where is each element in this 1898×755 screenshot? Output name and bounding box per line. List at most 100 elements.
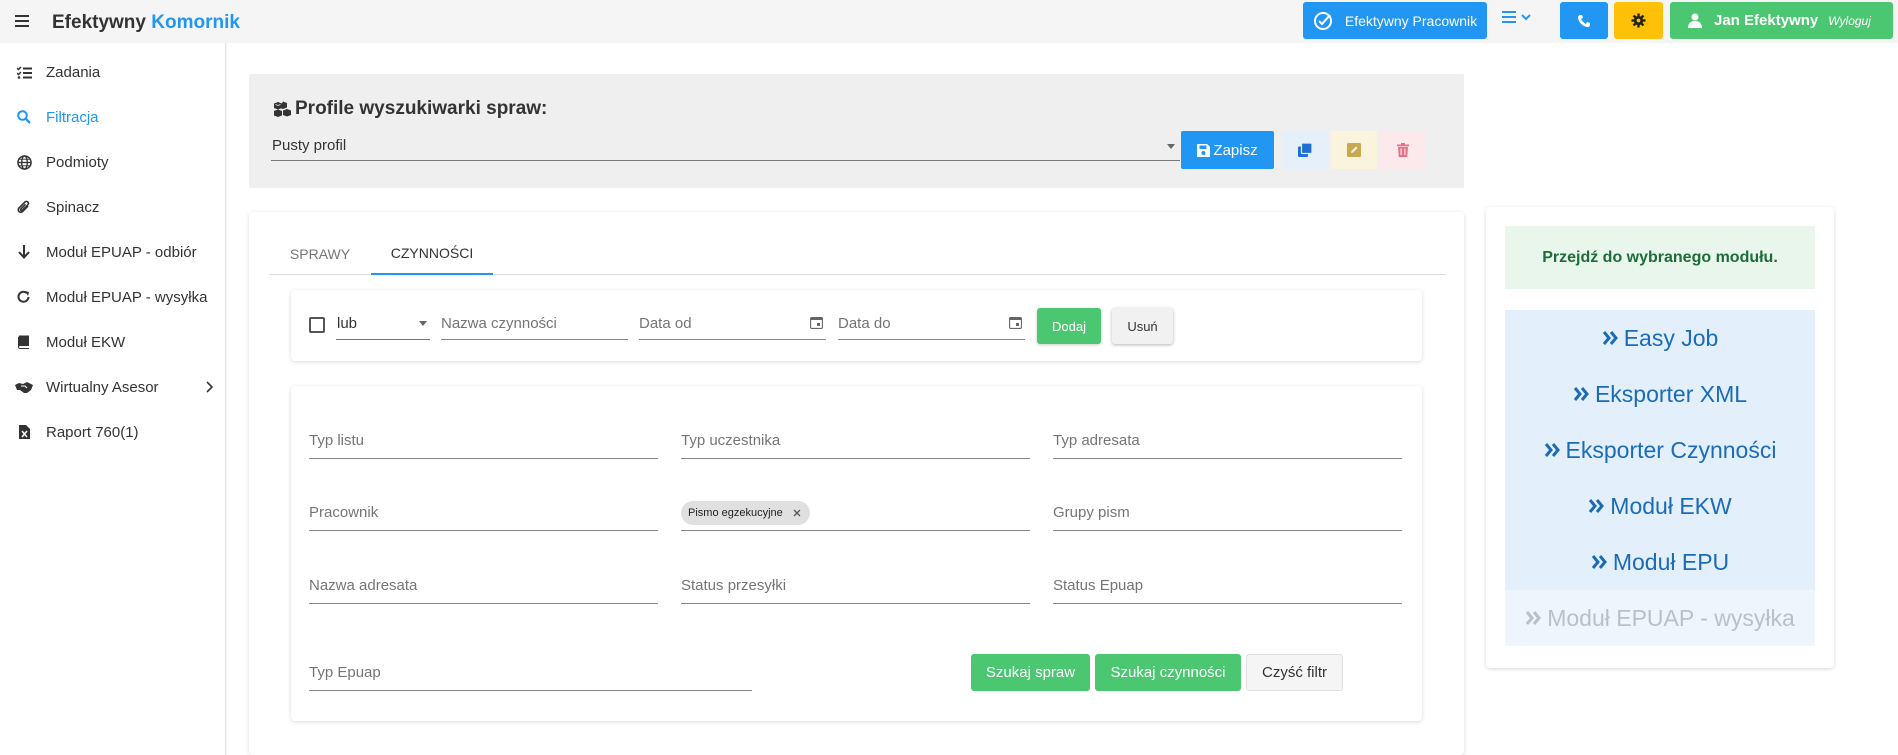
chevron-down-icon xyxy=(1521,13,1531,21)
status-epuap-field[interactable]: Status Epuap xyxy=(1053,568,1402,604)
search-cases-button[interactable]: Szukaj spraw xyxy=(971,654,1090,691)
logic-select-value: lub xyxy=(337,315,358,332)
module-link-epu[interactable]: Moduł EPU xyxy=(1505,534,1815,590)
sidebar-item-label: Filtracja xyxy=(46,108,99,126)
list-menu-dropdown[interactable] xyxy=(1502,11,1531,23)
close-icon[interactable] xyxy=(793,509,801,517)
search-icon xyxy=(15,108,33,126)
module-link-easy-job[interactable]: Easy Job xyxy=(1505,310,1815,366)
module-link-epuap-wysylka: Moduł EPUAP - wysyłka xyxy=(1505,590,1815,646)
module-label: Moduł EPUAP - wysyłka xyxy=(1547,604,1795,631)
tab-sprawy[interactable]: SPRAWY xyxy=(269,233,371,275)
field-placeholder: Pracownik xyxy=(309,504,379,521)
sidebar-item-filtracja[interactable]: Filtracja xyxy=(0,102,225,132)
logout-link[interactable]: Wyloguj xyxy=(1828,14,1871,28)
module-label: Easy Job xyxy=(1623,324,1719,351)
date-from-input[interactable]: Data od xyxy=(639,308,826,340)
module-label: Eksporter Czynności xyxy=(1565,436,1777,463)
profile-select[interactable]: Pusty profil xyxy=(271,130,1180,161)
user-name: Jan Efektywny xyxy=(1714,12,1819,29)
profile-title: Profile wyszukiwarki spraw: xyxy=(295,98,548,119)
sidebar-item-label: Raport 760(1) xyxy=(46,423,139,441)
sidebar-item-label: Moduł EPUAP - odbiór xyxy=(46,243,197,261)
sidebar-item-raport[interactable]: Raport 760(1) xyxy=(0,417,225,447)
remove-button[interactable]: Usuń xyxy=(1112,308,1173,344)
clear-filter-button[interactable]: Czyść filtr xyxy=(1246,654,1343,691)
sidebar-item-label: Spinacz xyxy=(46,198,100,216)
remove-label: Usuń xyxy=(1127,318,1158,334)
typ-listu-field[interactable]: Typ listu xyxy=(309,423,658,459)
action-filter-row: lub Nazwa czynności Data od Data do Doda… xyxy=(291,290,1422,361)
save-icon xyxy=(1197,143,1211,157)
add-button[interactable]: Dodaj xyxy=(1037,308,1101,344)
settings-button[interactable] xyxy=(1614,2,1663,39)
field-placeholder: Typ adresata xyxy=(1053,432,1140,449)
sidebar-item-epuap-odbior[interactable]: Moduł EPUAP - odbiór xyxy=(0,237,225,267)
paperclip-icon xyxy=(15,198,33,216)
excel-file-icon xyxy=(15,423,33,441)
module-label: Moduł EKW xyxy=(1610,492,1732,519)
details-filter-card: Typ listu Typ uczestnika Typ adresata Pr… xyxy=(291,386,1422,721)
sidebar-item-epuap-wysylka[interactable]: Moduł EPUAP - wysyłka xyxy=(0,282,225,312)
search-actions-button[interactable]: Szukaj czynności xyxy=(1095,654,1241,691)
hamburger-menu-icon[interactable] xyxy=(15,15,29,27)
sidebar-item-label: Wirtualny Asesor xyxy=(46,378,159,396)
tabs-bar: SPRAWY CZYNNOŚCI xyxy=(269,233,1446,275)
calendar-icon[interactable] xyxy=(1009,316,1022,329)
chip-label: Pismo egzekucyjne xyxy=(688,506,783,519)
sidebar-item-wirtualny-asesor[interactable]: Wirtualny Asesor xyxy=(0,372,225,402)
copy-profile-button[interactable] xyxy=(1282,131,1328,169)
module-link-eksporter-xml[interactable]: Eksporter XML xyxy=(1505,366,1815,422)
worker-button-label: Efektywny Pracownik xyxy=(1344,12,1478,29)
handshake-icon xyxy=(15,378,33,396)
sidebar-item-label: Moduł EPUAP - wysyłka xyxy=(46,288,208,306)
user-menu-button[interactable]: Jan Efektywny Wyloguj xyxy=(1670,2,1893,39)
sidebar-item-spinacz[interactable]: Spinacz xyxy=(0,192,225,222)
grupy-pism-field[interactable]: Grupy pism xyxy=(1053,495,1402,531)
pracownik-field[interactable]: Pracownik xyxy=(309,495,658,531)
status-przesylki-field[interactable]: Status przesyłki xyxy=(681,568,1030,604)
efektywny-pracownik-button[interactable]: Efektywny Pracownik xyxy=(1303,2,1487,39)
typ-adresata-field[interactable]: Typ adresata xyxy=(1053,423,1402,459)
nazwa-adresata-field[interactable]: Nazwa adresata xyxy=(309,568,658,604)
module-link-ekw[interactable]: Moduł EKW xyxy=(1505,478,1815,534)
double-chevron-right-icon xyxy=(1588,498,1606,514)
calendar-icon[interactable] xyxy=(810,316,823,329)
module-label: Moduł EPU xyxy=(1612,548,1730,575)
module-link-eksporter-czynnosci[interactable]: Eksporter Czynności xyxy=(1505,422,1815,478)
save-label: Zapisz xyxy=(1213,141,1258,159)
document-type-field[interactable]: Pismo egzekucyjne xyxy=(681,495,1030,531)
tab-czynnosci[interactable]: CZYNNOŚCI xyxy=(371,233,493,275)
edit-profile-button[interactable] xyxy=(1331,131,1377,169)
action-name-input[interactable]: Nazwa czynności xyxy=(441,308,628,340)
search-cases-label: Szukaj spraw xyxy=(985,664,1076,681)
date-from-placeholder: Data od xyxy=(639,315,692,332)
top-bar: Efektywny Komornik Efektywny Pracownik J… xyxy=(0,0,1898,43)
profile-panel: Profile wyszukiwarki spraw: Pusty profil… xyxy=(249,74,1464,188)
edit-icon xyxy=(1347,143,1361,157)
module-label: Eksporter XML xyxy=(1594,380,1748,407)
tasks-list-icon xyxy=(15,63,33,81)
book-icon xyxy=(15,333,33,351)
filter-checkbox[interactable] xyxy=(309,317,325,333)
user-icon xyxy=(1688,13,1702,28)
save-profile-button[interactable]: Zapisz xyxy=(1181,131,1274,169)
date-to-input[interactable]: Data do xyxy=(838,308,1025,340)
modules-heading-box: Przejdź do wybranego modułu. xyxy=(1505,226,1815,289)
phone-button[interactable] xyxy=(1560,2,1608,39)
brand-part1: Efektywny xyxy=(52,12,146,33)
delete-profile-button[interactable] xyxy=(1380,131,1426,169)
sidebar-item-ekw[interactable]: Moduł EKW xyxy=(0,327,225,357)
list-icon xyxy=(1502,11,1516,23)
copy-icon xyxy=(1298,143,1312,157)
field-placeholder: Grupy pism xyxy=(1053,504,1130,521)
sidebar-item-zadania[interactable]: Zadania xyxy=(0,57,225,87)
typ-uczestnika-field[interactable]: Typ uczestnika xyxy=(681,423,1030,459)
sidebar-item-podmioty[interactable]: Podmioty xyxy=(0,147,225,177)
sidebar-item-label: Moduł EKW xyxy=(46,333,126,351)
app-brand[interactable]: Efektywny Komornik xyxy=(52,12,240,34)
logic-select[interactable]: lub xyxy=(336,308,430,340)
brand-part2: Komornik xyxy=(151,12,240,33)
tab-label: CZYNNOŚCI xyxy=(390,245,474,261)
typ-epuap-field[interactable]: Typ Epuap xyxy=(309,655,752,691)
